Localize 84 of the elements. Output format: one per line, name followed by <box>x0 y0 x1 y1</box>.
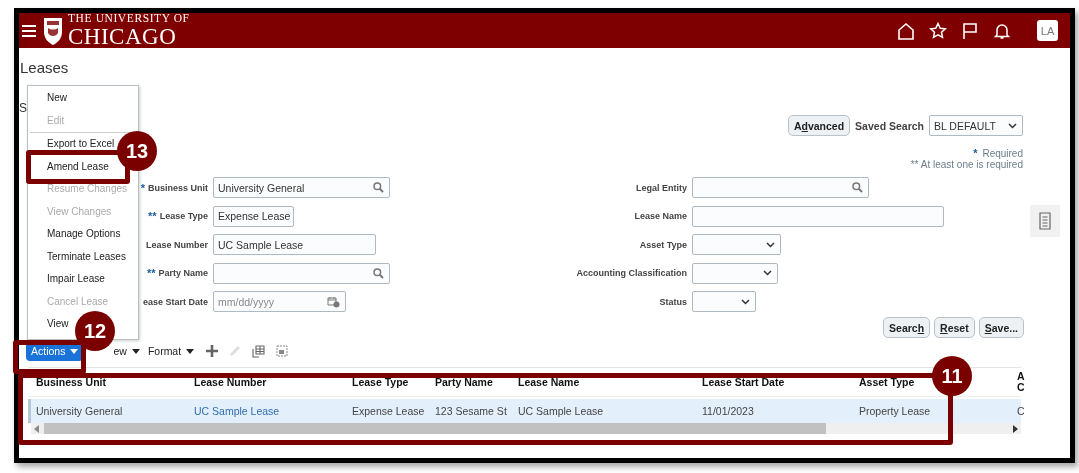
menu-item[interactable]: Amend Lease <box>47 160 109 173</box>
side-panel-tab[interactable] <box>1030 205 1060 237</box>
menu-item[interactable]: Impair Lease <box>47 273 105 286</box>
required-mark: * <box>973 148 978 159</box>
freeze-columns-icon[interactable] <box>252 344 266 358</box>
field-label: Lease Type <box>159 211 208 221</box>
column-header: Party Name <box>435 376 494 388</box>
horizontal-scrollbar[interactable] <box>31 423 1021 434</box>
field-label: Status <box>659 296 687 307</box>
chevron-icon <box>766 241 775 248</box>
scroll-left-icon[interactable] <box>34 424 40 433</box>
field-label: Lease Number <box>145 239 208 250</box>
table-cell-text: UC Sample Lease <box>518 405 605 417</box>
add-icon[interactable] <box>206 345 219 357</box>
column-header: Lease Type <box>352 376 410 388</box>
chevron-icon <box>741 298 750 305</box>
lookup-field[interactable] <box>213 262 390 284</box>
search-icon <box>373 182 384 193</box>
home-icon[interactable] <box>897 21 915 40</box>
caret-icon <box>186 348 195 354</box>
bell-icon[interactable] <box>993 21 1011 40</box>
table-cell-text: 11/01/2023 <box>702 405 755 417</box>
search-icon <box>373 267 384 279</box>
user-avatar[interactable]: LA <box>1037 20 1058 41</box>
logo-text: THE UNIVERSITY OF <box>68 13 190 25</box>
scroll-right-icon[interactable] <box>1012 424 1018 433</box>
required-note: Required <box>982 148 1023 159</box>
detach-icon[interactable] <box>276 345 289 357</box>
field-label: ease Start Date <box>142 296 208 307</box>
saved-search-select[interactable]: BL DEFAULT <box>929 115 1023 136</box>
table-cell-text: Expense Lease <box>352 405 426 417</box>
caret-icon <box>70 348 79 354</box>
format-menu[interactable]: Format <box>147 345 195 357</box>
page-title: Leases <box>20 59 70 77</box>
required-mark: ** <box>148 210 157 222</box>
form-button[interactable]: Search <box>883 317 931 338</box>
menu-item[interactable]: New <box>47 92 67 105</box>
view-menu[interactable]: ew <box>113 345 140 357</box>
lookup-field[interactable] <box>692 177 869 198</box>
section-title: S <box>19 101 27 117</box>
menu-item[interactable]: Export to Excel <box>47 138 115 151</box>
saved-search-label: Saved Search <box>855 119 924 132</box>
menu-item[interactable]: View <box>47 318 69 331</box>
field-label: Lease Name <box>634 211 687 221</box>
field-label: Business Unit <box>148 182 208 193</box>
calendar-icon <box>327 295 340 308</box>
column-header: Lease Start Date <box>702 376 786 388</box>
advanced-button[interactable]: Advanced <box>787 115 851 136</box>
dropdown-field[interactable] <box>692 291 756 312</box>
dropdown-field[interactable] <box>692 234 781 255</box>
chevron-icon <box>763 270 772 276</box>
lease-link[interactable]: UC Sample Lease <box>194 405 352 417</box>
field-label: Asset Type <box>639 239 687 250</box>
table-cell-text: 123 Sesame St <box>435 405 508 417</box>
star-icon[interactable] <box>929 21 947 40</box>
menu-item[interactable]: Manage Options <box>47 228 121 241</box>
dropdown-field[interactable] <box>692 262 778 284</box>
required-mark: ** <box>146 267 156 279</box>
column-header: Business Unit <box>36 376 107 388</box>
field-label: Accounting Classification <box>576 268 687 278</box>
date-field[interactable]: mm/dd/yyyy <box>213 291 346 312</box>
caret-icon <box>131 348 140 354</box>
table-cell-text: University General <box>36 405 124 417</box>
dropdown-field[interactable]: Expense Lease <box>213 205 294 227</box>
lookup-field[interactable]: University General <box>213 177 390 198</box>
required-mark: * <box>140 181 145 194</box>
menu-icon[interactable] <box>22 24 36 37</box>
column-header: Lease Name <box>518 376 581 388</box>
field-label: Legal Entity <box>636 182 687 193</box>
menu-item[interactable]: Terminate Leases <box>47 250 126 263</box>
text-field[interactable] <box>692 205 944 227</box>
document-icon <box>1039 212 1051 230</box>
column-header: Lease Number <box>194 376 268 388</box>
flag-icon[interactable] <box>961 21 979 40</box>
required-note: ** At least one is required <box>910 159 1023 170</box>
logo-text: CHICAGO <box>68 24 178 48</box>
form-button[interactable]: Save... <box>978 317 1024 338</box>
text-field[interactable]: UC Sample Lease <box>213 234 376 255</box>
field-label: Party Name <box>158 268 208 278</box>
column-header: A C <box>1017 371 1026 393</box>
form-button[interactable]: Reset <box>934 317 975 338</box>
chevron-icon <box>1008 122 1017 129</box>
search-icon <box>852 182 863 193</box>
table-cell-text: Property Lease <box>859 405 932 417</box>
